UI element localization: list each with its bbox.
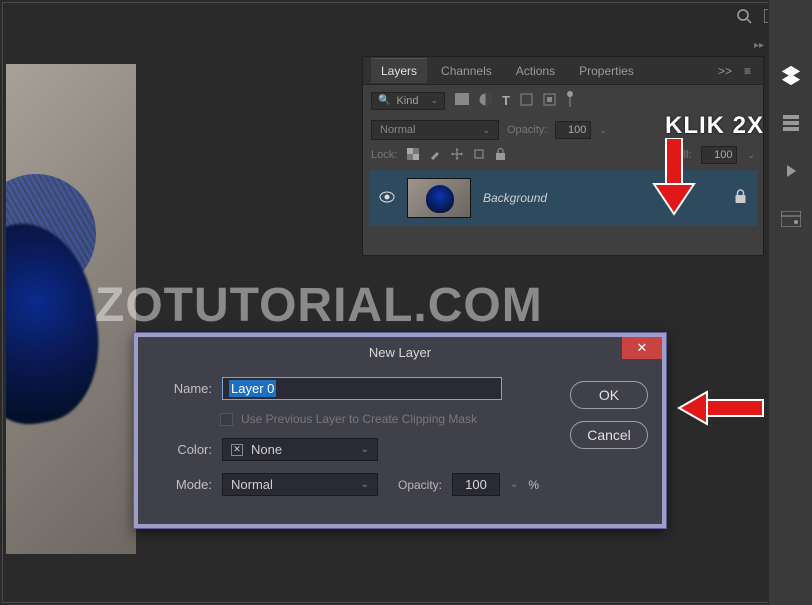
chevron-down-icon[interactable]: ⌄ xyxy=(747,150,755,161)
filter-icons: T xyxy=(455,91,574,110)
filter-type-icon[interactable]: T xyxy=(502,93,510,108)
opacity-label: Opacity: xyxy=(507,124,547,136)
mode-dropdown[interactable]: Normal ⌄ xyxy=(222,473,378,496)
color-dropdown[interactable]: ✕ None ⌄ xyxy=(222,438,378,461)
annotation-klik2x: KLIK 2X xyxy=(665,112,764,140)
lock-row: Lock: Fill: 100 ⌄ xyxy=(363,144,763,170)
clipping-mask-label: Use Previous Layer to Create Clipping Ma… xyxy=(241,412,477,426)
dock-layers-icon[interactable] xyxy=(778,62,804,88)
fill-label: Fill: xyxy=(674,149,691,161)
close-button[interactable]: ✕ xyxy=(622,337,662,359)
chevron-down-icon: ⌄ xyxy=(361,479,369,490)
ok-button[interactable]: OK xyxy=(570,381,648,409)
layer-thumbnail[interactable] xyxy=(407,178,471,218)
name-label: Name: xyxy=(154,381,212,396)
panel-collapse-icon[interactable]: ▸▸ xyxy=(754,40,764,51)
name-input[interactable]: Layer 0 xyxy=(222,377,502,400)
chevron-down-icon[interactable]: ⌄ xyxy=(510,479,518,490)
panel-expand-icon[interactable]: >> xyxy=(714,62,736,80)
filter-kind-dropdown[interactable]: Kind ⌄ xyxy=(371,92,445,110)
chevron-down-icon: ⌄ xyxy=(430,95,438,106)
percent-label: % xyxy=(528,478,539,492)
watermark: ZOTUTORIAL.COM xyxy=(95,278,543,333)
opacity-field[interactable]: 100 xyxy=(555,121,591,139)
cancel-label: Cancel xyxy=(587,427,631,443)
layer-name[interactable]: Background xyxy=(483,191,722,205)
dock-actions-icon[interactable] xyxy=(778,158,804,184)
opacity-label: Opacity: xyxy=(398,478,442,492)
chevron-down-icon: ⌄ xyxy=(482,125,490,136)
lock-trans-icon[interactable] xyxy=(407,148,419,163)
none-swatch-icon: ✕ xyxy=(231,444,243,456)
color-label: Color: xyxy=(154,442,212,457)
opacity-input[interactable]: 100 xyxy=(452,473,500,496)
color-value: None xyxy=(251,442,282,457)
panel-tabs: Layers Channels Actions Properties >> ≡ xyxy=(363,57,763,85)
dock-properties-icon[interactable] xyxy=(778,206,804,232)
blend-mode-value: Normal xyxy=(380,124,415,136)
lock-label: Lock: xyxy=(371,149,397,161)
blend-mode-dropdown[interactable]: Normal ⌄ xyxy=(371,120,499,140)
lock-artboard-icon[interactable] xyxy=(473,148,485,163)
annotation-arrow-left xyxy=(677,388,765,428)
cancel-button[interactable]: Cancel xyxy=(570,421,648,449)
dialog-title: New Layer xyxy=(369,345,431,360)
tab-actions[interactable]: Actions xyxy=(506,59,565,83)
filter-smart-icon[interactable] xyxy=(543,93,556,109)
filter-shape-icon[interactable] xyxy=(520,93,533,109)
clipping-mask-checkbox xyxy=(220,413,233,426)
close-icon: ✕ xyxy=(637,340,648,356)
opacity-value: 100 xyxy=(465,477,487,492)
layer-row-background[interactable]: Background xyxy=(369,170,757,226)
filter-pixel-icon[interactable] xyxy=(455,93,469,108)
dialog-titlebar[interactable]: New Layer ✕ xyxy=(138,337,662,367)
name-input-value: Layer 0 xyxy=(229,380,276,397)
tab-properties[interactable]: Properties xyxy=(569,59,644,83)
tab-layers[interactable]: Layers xyxy=(371,58,427,83)
filter-kind-label: Kind xyxy=(396,95,418,107)
visibility-eye-icon[interactable] xyxy=(379,191,395,206)
right-dock xyxy=(768,0,812,605)
lock-brush-icon[interactable] xyxy=(429,148,441,163)
filter-toggle-icon[interactable] xyxy=(566,91,574,110)
panel-menu-icon[interactable]: ≡ xyxy=(740,62,755,80)
filter-adjust-icon[interactable] xyxy=(479,93,492,109)
lock-move-icon[interactable] xyxy=(451,148,463,163)
mode-label: Mode: xyxy=(154,477,212,492)
ok-label: OK xyxy=(599,387,619,403)
new-layer-dialog: New Layer ✕ Name: Layer 0 Use Previous L… xyxy=(133,332,667,529)
dock-channels-icon[interactable] xyxy=(778,110,804,136)
search-icon[interactable] xyxy=(736,8,752,24)
lock-all-icon[interactable] xyxy=(495,148,506,163)
tab-channels[interactable]: Channels xyxy=(431,59,502,83)
lock-icon[interactable] xyxy=(734,189,747,207)
fill-field[interactable]: 100 xyxy=(701,146,737,164)
chevron-down-icon[interactable]: ⌄ xyxy=(599,125,607,136)
layers-panel: Layers Channels Actions Properties >> ≡ … xyxy=(362,56,764,256)
chevron-down-icon: ⌄ xyxy=(361,444,369,455)
mode-value: Normal xyxy=(231,477,273,492)
